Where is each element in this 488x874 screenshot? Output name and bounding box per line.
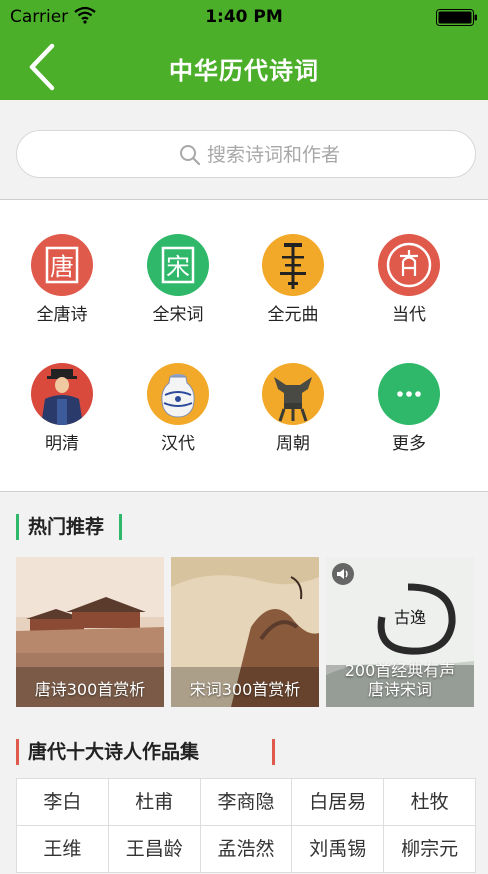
song-seal-icon: 宋 xyxy=(147,234,209,296)
poets-title: 唐代十大诗人作品集 xyxy=(28,741,200,763)
poet-cell[interactable]: 柳宗元 xyxy=(384,826,476,873)
search-box[interactable] xyxy=(16,130,476,178)
category-label: 全唐诗 xyxy=(36,305,88,325)
header-bar-right xyxy=(272,739,275,765)
category-label: 当代 xyxy=(392,305,426,325)
poet-cell[interactable]: 杜甫 xyxy=(108,779,201,826)
ink-calligraphy: 古逸 xyxy=(394,608,426,627)
bronze-vessel-icon xyxy=(262,363,324,425)
header-bar-left xyxy=(16,739,19,765)
category-zhou-chao[interactable]: 周朝 xyxy=(243,363,343,454)
hot-section: 热门推荐 唐诗300首赏析 宋词300首赏析 古逸 200首经典有声 唐诗宋词 … xyxy=(0,492,488,874)
search-icon xyxy=(180,145,201,166)
category-label: 全元曲 xyxy=(267,305,319,325)
category-ming-qing[interactable]: 明清 xyxy=(12,363,112,454)
poet-cell[interactable]: 李商隐 xyxy=(200,779,293,826)
poet-cell[interactable]: 杜牧 xyxy=(384,779,476,826)
clock: 1:40 PM xyxy=(205,7,283,27)
rec-caption-line2: 唐诗宋词 xyxy=(367,680,432,699)
category-more[interactable]: 更多 xyxy=(359,363,459,454)
hot-header: 热门推荐 xyxy=(16,512,124,542)
category-tang-shi[interactable]: 唐 全唐诗 xyxy=(12,234,112,325)
modern-seal-icon xyxy=(378,234,440,296)
nav-bar: 中华历代诗词 xyxy=(0,34,488,100)
status-bar: Carrier 1:40 PM xyxy=(0,0,488,34)
category-label: 全宋词 xyxy=(152,305,204,325)
tang-seal-icon: 唐 xyxy=(31,234,93,296)
category-song-ci[interactable]: 宋 全宋词 xyxy=(128,234,228,325)
speaker-icon[interactable] xyxy=(332,563,354,585)
rec-caption: 宋词300首赏析 xyxy=(189,680,301,699)
poet-cell[interactable]: 王维 xyxy=(17,826,109,873)
instrument-icon xyxy=(262,234,324,296)
poets-row: 李白 杜甫 李商隐 白居易 杜牧 xyxy=(17,779,476,826)
category-grid: 唐 全唐诗 宋 全宋词 全元曲 当代 明清 汉代 周朝 更多 xyxy=(0,200,488,492)
poet-cell[interactable]: 王昌龄 xyxy=(108,826,201,873)
header-bar-left xyxy=(16,514,19,540)
rec-caption: 唐诗300首赏析 xyxy=(34,680,146,699)
category-label: 明清 xyxy=(45,434,79,454)
poet-cell[interactable]: 李白 xyxy=(17,779,109,826)
poets-table: 李白 杜甫 李商隐 白居易 杜牧 王维 王昌龄 孟浩然 刘禹锡 柳宗元 xyxy=(16,778,476,873)
category-han-dai[interactable]: 汉代 xyxy=(128,363,228,454)
page-title: 中华历代诗词 xyxy=(169,57,319,85)
category-label: 汉代 xyxy=(161,434,195,454)
search-input[interactable] xyxy=(207,139,447,171)
poet-cell[interactable]: 孟浩然 xyxy=(200,826,293,873)
category-dang-dai[interactable]: 当代 xyxy=(359,234,459,325)
rec-caption: 200首经典有声 唐诗宋词 xyxy=(326,661,474,707)
poets-row: 王维 王昌龄 孟浩然 刘禹锡 柳宗元 xyxy=(17,826,476,873)
category-label: 周朝 xyxy=(276,434,310,454)
tang-glyph: 唐 xyxy=(50,253,74,281)
category-label: 更多 xyxy=(392,434,426,454)
rec-audio-200[interactable]: 古逸 200首经典有声 唐诗宋词 xyxy=(326,557,474,707)
hot-title: 热门推荐 xyxy=(28,516,105,538)
rec-caption-line1: 200首经典有声 xyxy=(344,661,456,680)
search-area xyxy=(0,100,488,200)
song-glyph: 宋 xyxy=(166,253,190,281)
header-bar-right xyxy=(119,514,122,540)
poet-cell[interactable]: 刘禹锡 xyxy=(292,826,385,873)
rec-tang-300[interactable]: 唐诗300首赏析 xyxy=(16,557,164,707)
battery-icon xyxy=(436,9,477,26)
poets-header: 唐代十大诗人作品集 xyxy=(16,737,278,767)
vase-icon xyxy=(147,363,209,425)
rec-song-300[interactable]: 宋词300首赏析 xyxy=(171,557,319,707)
poet-cell[interactable]: 白居易 xyxy=(292,779,385,826)
official-portrait-icon xyxy=(31,363,93,425)
category-yuan-qu[interactable]: 全元曲 xyxy=(243,234,343,325)
more-dots-icon xyxy=(378,363,440,425)
